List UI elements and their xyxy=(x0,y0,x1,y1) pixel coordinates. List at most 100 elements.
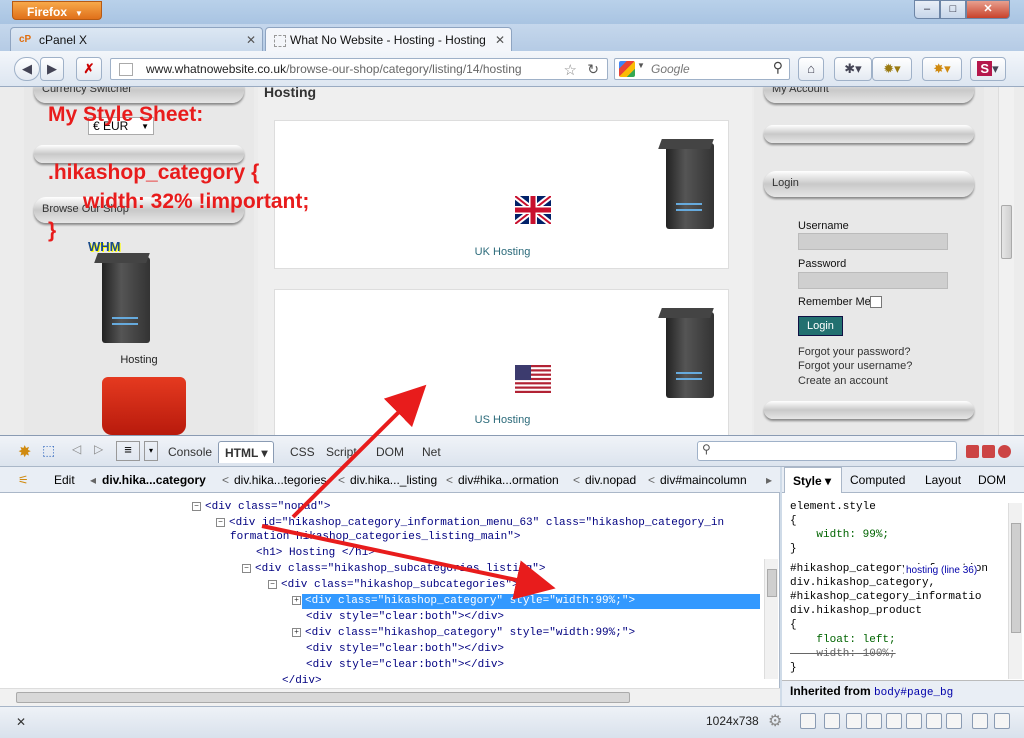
shopping-basket-icon[interactable] xyxy=(102,377,186,435)
chevron-right-icon[interactable]: ▸ xyxy=(766,473,772,487)
url-bar[interactable]: www.whatnowebsite.co.uk/browse-our-shop/… xyxy=(110,58,608,80)
hosting-category-label[interactable]: Hosting xyxy=(24,354,254,366)
firebug-icon[interactable]: ✸ xyxy=(18,442,31,462)
html-node-subcategories[interactable]: − <div class="hikashop_subcategories"> xyxy=(268,579,519,591)
home-button[interactable]: ⌂ xyxy=(798,57,824,81)
breadcrumb-item[interactable]: div.hika..._listing xyxy=(350,473,437,487)
edit-icon[interactable] xyxy=(824,713,840,729)
bookmark-star-icon[interactable]: ☆ xyxy=(564,61,577,79)
category-item-uk[interactable]: UK Hosting xyxy=(274,120,729,269)
close-tab-icon[interactable]: ✕ xyxy=(495,33,505,47)
back-arrow-icon[interactable]: ◁ xyxy=(72,442,81,456)
chevron-down-icon[interactable]: ▾ xyxy=(144,441,158,461)
minimize-firebug-button[interactable] xyxy=(966,445,979,458)
search-icon[interactable]: ⚲ xyxy=(773,59,783,76)
chevron-down-icon[interactable]: ▼ xyxy=(637,61,645,70)
collapse-icon[interactable]: − xyxy=(268,579,277,589)
html-node-clear[interactable]: <div style="clear:both"></div> xyxy=(306,611,504,623)
scrollbar-thumb[interactable] xyxy=(1001,205,1012,259)
tab-dom-side[interactable]: DOM xyxy=(978,473,1006,487)
bookmarks-button[interactable]: ✱▾ xyxy=(834,57,872,81)
remember-me-checkbox[interactable] xyxy=(870,296,882,308)
password-field[interactable] xyxy=(798,272,948,289)
copy-icon[interactable] xyxy=(906,713,922,729)
username-field[interactable] xyxy=(798,233,948,250)
create-account-link[interactable]: Create an account xyxy=(798,375,888,387)
search-input[interactable]: ▼ Google ⚲ xyxy=(614,58,790,80)
close-icon[interactable] xyxy=(994,713,1010,729)
html-node-clear[interactable]: <div style="clear:both"></div> xyxy=(306,643,504,655)
close-firebug-button[interactable] xyxy=(998,445,1011,458)
close-addon-bar-icon[interactable]: ✕ xyxy=(16,715,26,729)
forward-button[interactable]: ▶ xyxy=(40,57,64,81)
gear-icon[interactable]: ⚙ xyxy=(768,711,782,731)
globe-icon[interactable] xyxy=(846,713,862,729)
google-icon[interactable] xyxy=(619,61,635,77)
tab-html[interactable]: HTML ▾ xyxy=(218,441,275,463)
folder-icon[interactable] xyxy=(926,713,942,729)
expand-icon[interactable]: + xyxy=(292,595,301,605)
edit-button[interactable]: Edit xyxy=(54,473,75,487)
tab-computed[interactable]: Computed xyxy=(850,473,905,487)
collapse-icon[interactable]: − xyxy=(242,563,251,573)
style-rule-selector[interactable]: #hikashop_category_informatio xyxy=(790,591,981,603)
forgot-password-link[interactable]: Forgot your password? xyxy=(798,346,911,358)
minimize-button[interactable]: – xyxy=(914,0,940,19)
style-property[interactable]: float: left; xyxy=(790,634,895,646)
tab-whatnowebsite[interactable]: What No Website - Hosting - Hosting ✕ xyxy=(265,27,512,51)
tab-script[interactable]: Script xyxy=(320,441,363,463)
html-node-subcategories-listing[interactable]: − <div class="hikashop_subcategories_list… xyxy=(242,563,545,575)
noscript-icon[interactable]: ✗ xyxy=(76,57,102,81)
firefox-menu-button[interactable]: Firefox ▼ xyxy=(12,1,102,20)
addon-gear-button[interactable]: ✹▾ xyxy=(872,57,912,81)
html-node-nopad[interactable]: − <div class="nopad"> xyxy=(192,501,330,513)
page-scrollbar[interactable] xyxy=(998,87,1014,435)
breadcrumb-item[interactable]: div#maincolumn xyxy=(660,473,747,487)
html-panel-vscroll[interactable] xyxy=(764,559,778,679)
html-node-h1[interactable]: <h1> Hosting </h1> xyxy=(256,547,375,559)
tab-net[interactable]: Net xyxy=(416,441,447,463)
category-label[interactable]: UK Hosting xyxy=(275,246,730,258)
tab-style[interactable]: Style ▾ xyxy=(784,467,842,493)
break-on-mutate-icon[interactable]: ⚟ xyxy=(18,473,29,487)
tab-console[interactable]: Console xyxy=(162,441,218,463)
firebug-button[interactable]: ✸▾ xyxy=(922,57,962,81)
style-source-link[interactable]: hosting (line 36) xyxy=(904,565,978,576)
tab-css[interactable]: CSS xyxy=(284,441,321,463)
breadcrumb-item[interactable]: div#hika...ormation xyxy=(458,473,559,487)
close-tab-icon[interactable]: ✕ xyxy=(246,33,256,47)
style-property[interactable]: width: 99%; xyxy=(790,529,889,541)
addon-s-button[interactable]: S ▾ xyxy=(970,57,1006,81)
html-node-category[interactable]: + <div class="hikashop_category" style="w… xyxy=(292,627,635,639)
expand-icon[interactable]: + xyxy=(292,627,301,637)
scrollbar-thumb[interactable] xyxy=(767,569,777,597)
forward-arrow-icon[interactable]: ▷ xyxy=(94,442,103,456)
scrollbar-thumb[interactable] xyxy=(1011,523,1021,633)
chevron-left-icon[interactable]: ◂ xyxy=(90,473,96,487)
category-item-us[interactable]: US Hosting xyxy=(274,289,729,435)
chart-icon[interactable] xyxy=(946,713,962,729)
close-window-button[interactable]: ✕ xyxy=(966,0,1010,19)
scrollbar-thumb[interactable] xyxy=(16,692,630,703)
reload-icon[interactable]: ↻ xyxy=(587,61,599,78)
site-identity-icon[interactable] xyxy=(119,63,133,76)
tab-layout[interactable]: Layout xyxy=(925,473,961,487)
detach-firebug-button[interactable] xyxy=(982,445,995,458)
forgot-username-link[interactable]: Forgot your username? xyxy=(798,360,912,372)
html-panel-hscroll[interactable] xyxy=(0,688,780,706)
breadcrumb-item[interactable]: div.hika...tegories xyxy=(234,473,327,487)
html-node-category-selected[interactable]: + <div class="hikashop_category" style="w… xyxy=(292,595,635,607)
style-rule-selector[interactable]: div.hikashop_category, xyxy=(790,577,935,589)
tools-icon[interactable] xyxy=(972,713,988,729)
style-panel-scroll[interactable] xyxy=(1008,503,1022,679)
back-button[interactable]: ◀ xyxy=(14,57,40,81)
menu-list-icon[interactable]: ≡ xyxy=(116,441,140,461)
breadcrumb-item[interactable]: div.hika...category xyxy=(102,473,206,487)
html-node-clear[interactable]: <div style="clear:both"></div> xyxy=(306,659,504,671)
maximize-button[interactable]: □ xyxy=(940,0,966,19)
tab-dom[interactable]: DOM xyxy=(370,441,410,463)
inspect-icon[interactable]: ⬚ xyxy=(42,442,55,459)
style-rule-selector[interactable]: div.hikashop_product xyxy=(790,605,922,617)
inherited-from-link[interactable]: body#page_bg xyxy=(874,687,953,699)
firebug-search-input[interactable]: ⚲ xyxy=(697,441,957,461)
